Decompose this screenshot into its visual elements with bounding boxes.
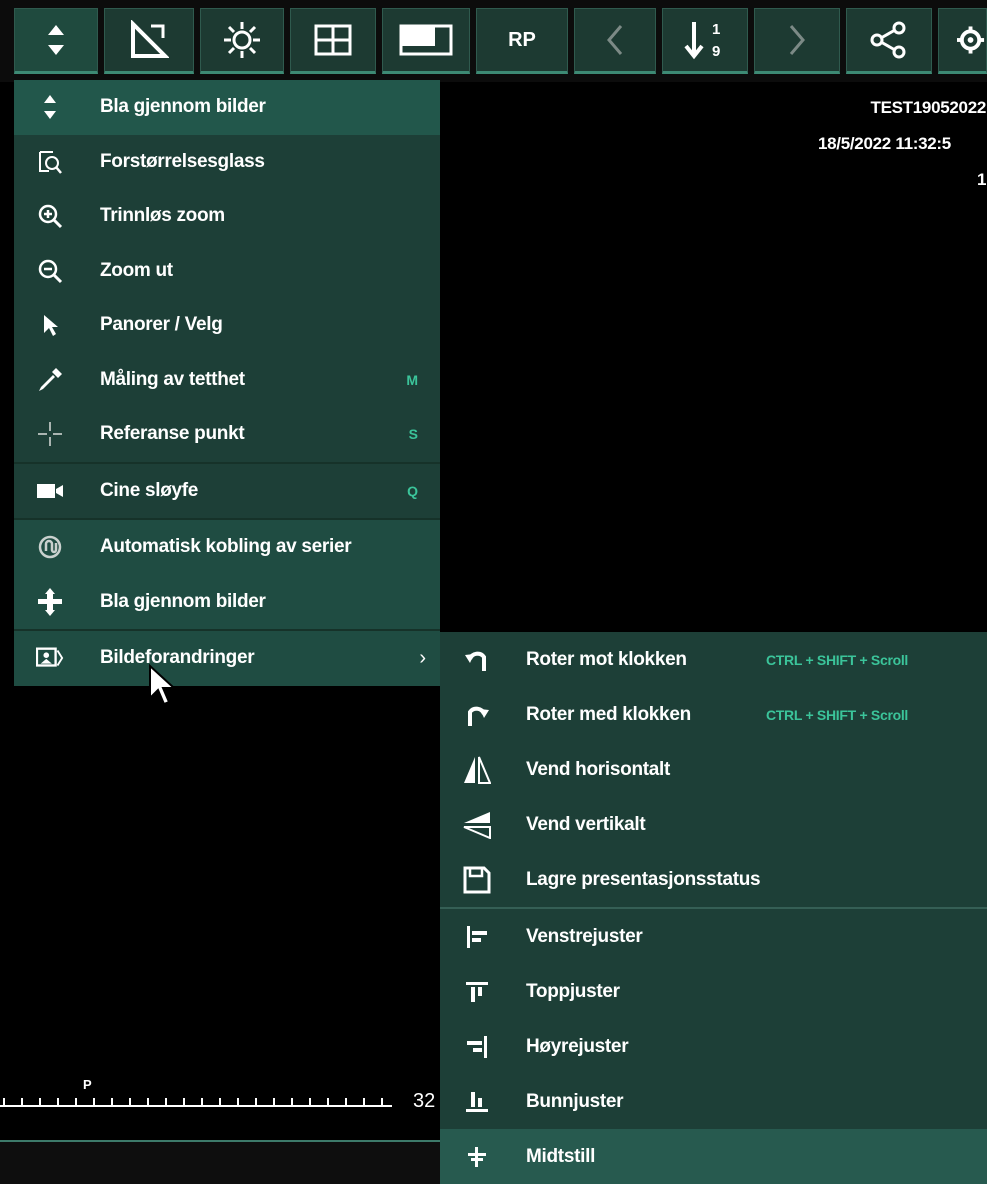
measure-triangle-icon [131,20,169,58]
scroll-updown-icon [36,93,64,121]
chevron-right-icon [789,25,805,55]
submenu-item-center[interactable]: Midtstill [440,1129,987,1184]
submenu-item-align-bottom[interactable]: Bunnjuster [440,1074,987,1129]
align-left-icon [462,922,492,952]
menu-item-density-measure[interactable]: Måling av tetthet M [14,353,440,408]
stack-scroll-icon [36,587,64,616]
toolbar: RP 19 [0,0,987,82]
flip-vertical-icon [462,810,492,840]
chevron-left-icon [607,25,623,55]
scroll-tool-button[interactable] [14,8,98,74]
chevron-right-icon: › [419,646,426,669]
menu-item-auto-link-series[interactable]: Automatisk kobling av serier [14,520,440,575]
menu-item-cine-loop[interactable]: Cine sløyfe Q [14,464,440,519]
submenu-item-align-right[interactable]: Høyrejuster [440,1019,987,1074]
scroll-updown-icon [48,25,64,55]
menu-item-zoom-out[interactable]: Zoom ut [14,244,440,299]
menu-item-magnifier[interactable]: Forstørrelsesglass [14,135,440,190]
image-transform-icon [36,644,64,672]
layout-button[interactable] [290,8,376,74]
next-button[interactable] [754,8,840,74]
pipette-icon [36,366,64,394]
share-icon [870,21,906,59]
scale-ruler [0,1098,392,1107]
rotate-ccw-icon [462,645,492,675]
settings-button[interactable] [938,8,987,74]
ruler-marker: P [83,1077,92,1092]
measure-tool-button[interactable] [104,8,194,74]
menu-item-pan-select[interactable]: Panorer / Velg [14,298,440,353]
align-center-icon [462,1142,492,1172]
grid-layout-icon [314,24,352,56]
rp-button[interactable]: RP [476,8,568,74]
image-number-text: 1 [977,170,987,189]
bottom-strip [0,1140,440,1182]
sort-button[interactable]: 19 [662,8,748,74]
align-right-icon [462,1032,492,1062]
menu-item-stepless-zoom[interactable]: Trinnløs zoom [14,189,440,244]
menu-item-reference-point[interactable]: Referanse punkt S [14,407,440,462]
zoom-in-icon [36,202,64,230]
link-series-icon [36,533,64,561]
save-icon [462,865,492,895]
align-top-icon [462,977,492,1007]
submenu-item-rotate-ccw[interactable]: Roter mot klokken CTRL + SHIFT + Scroll [440,632,987,687]
menu-item-image-transforms[interactable]: Bildeforandringer › [14,631,440,686]
display-icon [399,24,453,56]
display-button[interactable] [382,8,470,74]
submenu-item-flip-horizontal[interactable]: Vend horisontalt [440,742,987,797]
patient-id-text: TEST19052022 [870,98,987,117]
submenu-item-flip-vertical[interactable]: Vend vertikalt [440,797,987,852]
submenu-item-save-presentation[interactable]: Lagre presentasjonsstatus [440,852,987,907]
tool-menu: Bla gjennom bilder Forstørrelsesglass Tr… [14,80,440,686]
mouse-cursor-icon [149,664,177,706]
settings-icon [957,26,985,54]
previous-button[interactable] [574,8,656,74]
svg-text:1: 1 [712,21,720,38]
brightness-button[interactable] [200,8,284,74]
zoom-out-icon [36,257,64,285]
submenu-item-align-left[interactable]: Venstrejuster [440,909,987,964]
pointer-icon [36,311,64,339]
video-camera-icon [36,477,64,505]
share-button[interactable] [846,8,932,74]
sort-descending-icon: 19 [684,21,720,60]
brightness-icon [224,22,260,58]
crosshair-icon [36,420,64,448]
menu-item-browse-images[interactable]: Bla gjennom bilder [14,80,440,135]
align-bottom-icon [462,1087,492,1117]
submenu-item-rotate-cw[interactable]: Roter med klokken CTRL + SHIFT + Scroll [440,687,987,742]
svg-text:9: 9 [712,43,720,60]
ruler-value: 32 [413,1090,436,1112]
magnifier-glass-icon [36,148,64,176]
study-datetime-text: 18/5/2022 11:32:5 [818,134,951,153]
rp-label: RP [508,28,536,51]
image-transform-submenu: Roter mot klokken CTRL + SHIFT + Scroll … [440,632,987,1184]
rotate-cw-icon [462,700,492,730]
submenu-item-align-top[interactable]: Toppjuster [440,964,987,1019]
flip-horizontal-icon [462,755,492,785]
menu-item-browse-stack[interactable]: Bla gjennom bilder [14,574,440,629]
